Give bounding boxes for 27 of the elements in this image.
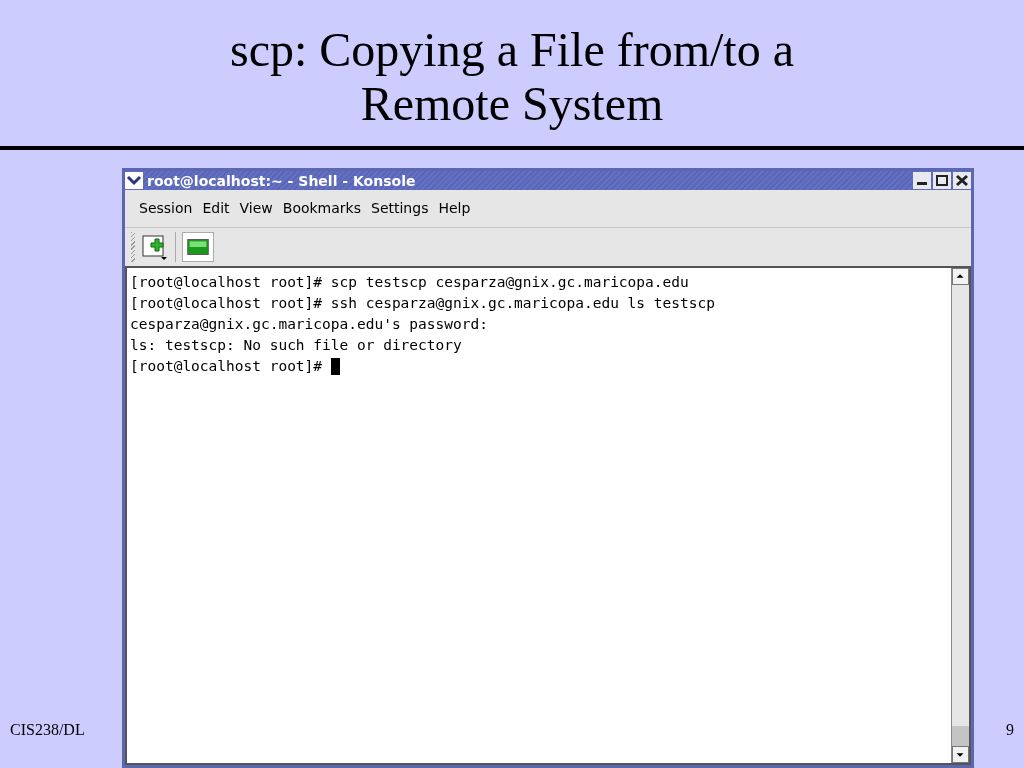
terminal-line: cesparza@gnix.gc.maricopa.edu's password:	[130, 315, 488, 334]
cursor-icon	[330, 358, 340, 375]
maximize-icon[interactable]	[933, 172, 951, 189]
close-icon[interactable]	[953, 172, 971, 189]
terminal-line: [root@localhost root]# ssh cesparza@gnix.gc.maricopa.edu ls testscp	[130, 294, 715, 313]
page-number: 9	[1006, 720, 1014, 740]
slide-title: Remote System	[360, 77, 664, 131]
scrollbar-thumb[interactable]	[952, 726, 969, 746]
window-title: root@localhost:~ - Shell - Konsole	[147, 173, 416, 188]
menu-item[interactable]: Bookmarks	[278, 198, 365, 219]
new-session-icon[interactable]	[141, 233, 169, 261]
footer-text: CIS238/DL	[10, 720, 85, 740]
menu-item[interactable]: Session	[135, 198, 197, 219]
scroll-up-icon[interactable]	[952, 268, 969, 285]
minimize-icon[interactable]	[913, 172, 931, 189]
scroll-down-icon[interactable]	[952, 746, 969, 763]
menu-item[interactable]: Help	[434, 198, 475, 219]
scrollbar[interactable]	[951, 268, 969, 763]
terminal-icon[interactable]	[182, 232, 214, 262]
menu-item[interactable]: Settings	[367, 198, 433, 219]
terminal-line: [root@localhost root]#	[130, 357, 324, 376]
window-menu-icon[interactable]	[125, 172, 143, 189]
slide-title: scp: Copying a File from/to a	[230, 23, 794, 77]
terminal-line: ls: testscp: No such file or directory	[130, 336, 462, 355]
terminal-line: [root@localhost root]# scp testscp cesparza@gnix.gc.maricopa.edu	[130, 273, 689, 292]
menu-item[interactable]: Edit	[198, 198, 234, 219]
menu-item[interactable]: View	[235, 198, 277, 219]
